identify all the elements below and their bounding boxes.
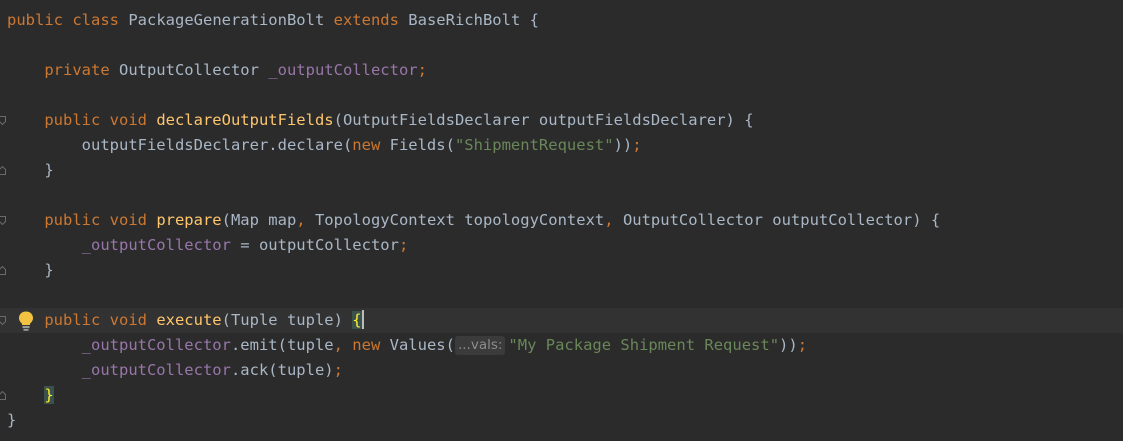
code-token: Fields( xyxy=(389,136,455,154)
code-line[interactable]: } xyxy=(0,258,1123,283)
code-token: ; xyxy=(417,61,427,79)
code-text: public class PackageGenerationBolt exten… xyxy=(7,8,539,33)
code-line[interactable]: public void execute(Tuple tuple) { xyxy=(0,308,1123,333)
code-line[interactable]: public void declareOutputFields(OutputFi… xyxy=(0,108,1123,133)
code-token: outputFieldsDeclarer.declare( xyxy=(7,136,353,154)
code-token: )) xyxy=(613,136,633,154)
code-token: BaseRichBolt { xyxy=(408,11,539,29)
code-token: "My Package Shipment Request" xyxy=(508,336,780,354)
code-token: TopologyContext topologyContext xyxy=(314,211,605,229)
code-token: PackageGenerationBolt xyxy=(128,11,334,29)
code-text: _outputCollector = outputCollector; xyxy=(7,233,409,258)
code-token: public class xyxy=(7,11,129,29)
code-line[interactable]: private OutputCollector _outputCollector… xyxy=(0,58,1123,83)
code-text: outputFieldsDeclarer.declare(new Fields(… xyxy=(7,133,642,158)
code-text: } xyxy=(7,383,54,408)
code-line[interactable]: _outputCollector = outputCollector; xyxy=(0,233,1123,258)
code-token: (OutputFieldsDeclarer outputFieldsDeclar… xyxy=(333,111,754,129)
code-token: , xyxy=(296,211,315,229)
code-token: OutputCollector xyxy=(118,61,269,79)
code-token: .emit(tuple xyxy=(230,336,334,354)
code-line[interactable] xyxy=(0,33,1123,58)
code-token: new xyxy=(352,136,390,154)
code-token: = outputCollector xyxy=(230,236,399,254)
code-line[interactable]: public class PackageGenerationBolt exten… xyxy=(0,8,1123,33)
fold-start-icon[interactable] xyxy=(0,316,6,325)
code-line[interactable] xyxy=(0,283,1123,308)
code-line[interactable]: _outputCollector.ack(tuple); xyxy=(0,358,1123,383)
text-caret xyxy=(361,310,364,329)
code-token: ; xyxy=(797,336,808,354)
code-token: _outputCollector xyxy=(81,236,231,254)
code-line[interactable]: public void prepare(Map map, TopologyCon… xyxy=(0,208,1123,233)
fold-start-icon[interactable] xyxy=(0,216,6,225)
code-line[interactable]: } xyxy=(0,383,1123,408)
matched-brace: { xyxy=(352,311,362,329)
code-line[interactable]: _outputCollector.emit(tuple, new Values(… xyxy=(0,333,1123,358)
fold-end-icon[interactable] xyxy=(0,266,6,275)
code-token: } xyxy=(7,411,17,429)
code-token: (Map map xyxy=(221,211,297,229)
code-token: } xyxy=(7,261,54,279)
code-token: , xyxy=(333,336,353,354)
fold-start-icon[interactable] xyxy=(0,116,6,125)
code-text: private OutputCollector _outputCollector… xyxy=(7,58,427,83)
code-text: } xyxy=(7,158,54,183)
code-text: public void prepare(Map map, TopologyCon… xyxy=(7,208,940,233)
code-token: public void xyxy=(7,311,157,329)
matched-brace: } xyxy=(44,386,54,404)
code-token: extends xyxy=(333,11,409,29)
code-token: public void xyxy=(7,111,157,129)
code-token: } xyxy=(7,161,54,179)
code-token: declareOutputFields xyxy=(156,111,334,129)
code-text: } xyxy=(7,408,16,433)
code-text: } xyxy=(7,258,54,283)
code-token: execute xyxy=(156,311,222,329)
code-token: public void xyxy=(7,211,157,229)
code-text: public void execute(Tuple tuple) { xyxy=(7,308,364,333)
code-token: , xyxy=(604,211,623,229)
code-token: Values( xyxy=(389,336,455,354)
code-token: ; xyxy=(632,136,642,154)
code-line[interactable]: } xyxy=(0,408,1123,433)
code-token: _outputCollector xyxy=(81,336,231,354)
code-token: ; xyxy=(398,236,409,254)
code-token: _outputCollector xyxy=(268,61,418,79)
parameter-hint: ...vals: xyxy=(454,336,506,355)
fold-end-icon[interactable] xyxy=(0,391,6,400)
code-token: "ShipmentRequest" xyxy=(454,136,614,154)
code-token: )) xyxy=(779,336,798,354)
code-token: OutputCollector outputCollector) { xyxy=(622,211,941,229)
code-text: _outputCollector.emit(tuple, new Values(… xyxy=(7,333,807,358)
code-line[interactable]: } xyxy=(0,158,1123,183)
code-token: private xyxy=(7,61,119,79)
code-text: public void declareOutputFields(OutputFi… xyxy=(7,108,754,133)
code-text: _outputCollector.ack(tuple); xyxy=(7,358,343,383)
code-token: (Tuple tuple) xyxy=(221,311,353,329)
code-token: .ack(tuple) xyxy=(230,361,334,379)
code-token: new xyxy=(352,336,390,354)
code-line[interactable] xyxy=(0,183,1123,208)
fold-end-icon[interactable] xyxy=(0,166,6,175)
code-editor[interactable]: public class PackageGenerationBolt exten… xyxy=(0,0,1123,441)
code-line[interactable] xyxy=(0,83,1123,108)
code-line[interactable]: outputFieldsDeclarer.declare(new Fields(… xyxy=(0,133,1123,158)
code-token: ; xyxy=(333,361,343,379)
code-token: _outputCollector xyxy=(81,361,231,379)
code-token: prepare xyxy=(156,211,222,229)
